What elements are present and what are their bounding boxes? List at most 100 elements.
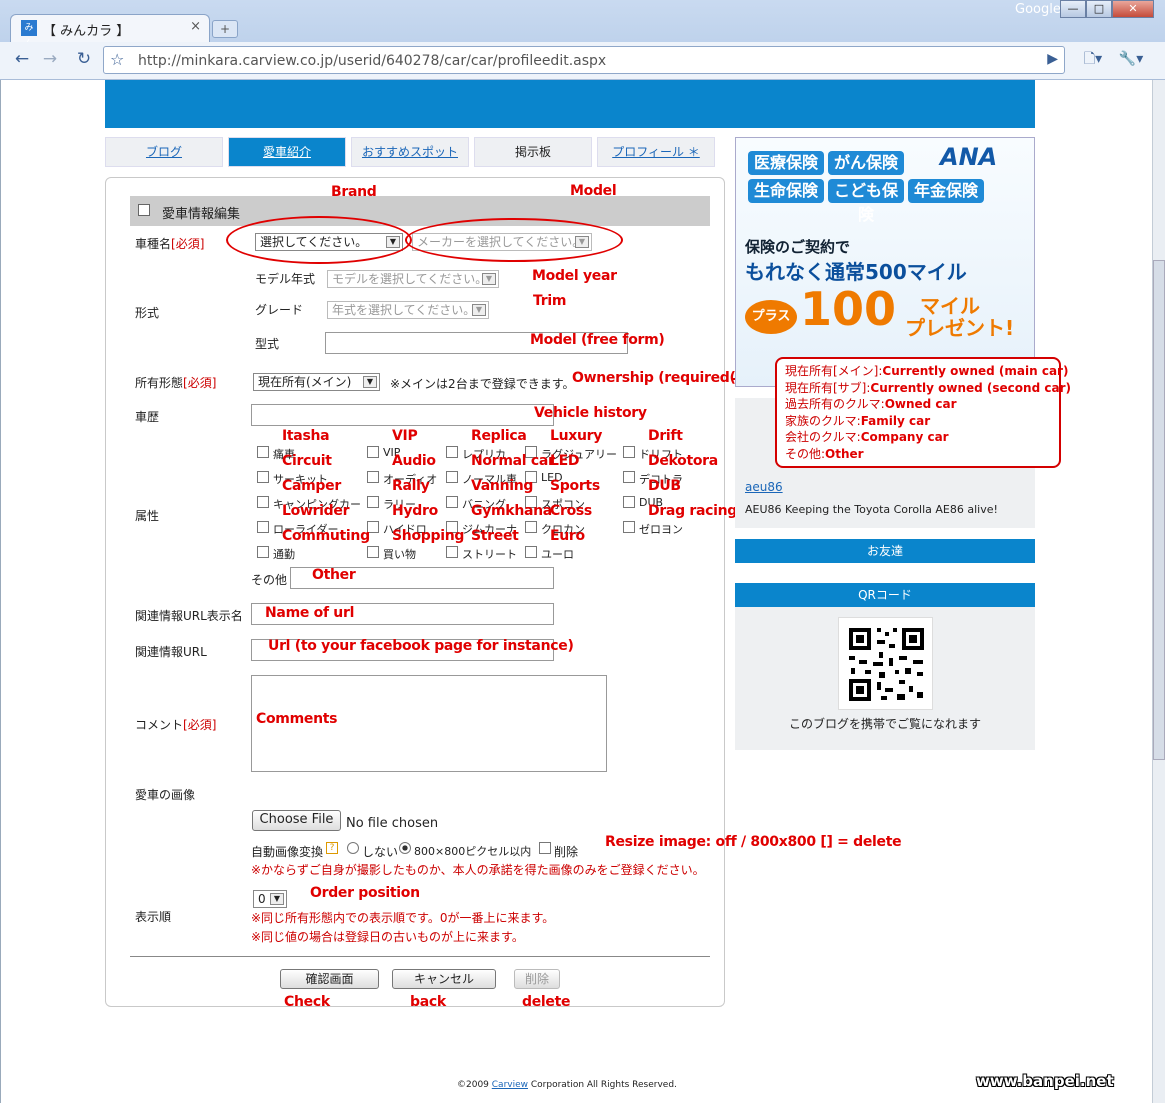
attribute-checkbox[interactable] [623, 496, 635, 508]
radio-off-label: しない [362, 845, 399, 859]
attribute-checkbox[interactable] [257, 446, 269, 458]
attribute-checkbox[interactable] [446, 496, 458, 508]
qr-caption: このブログを携帯でご覧になれます [788, 717, 981, 731]
legend-en: Other [825, 446, 864, 461]
page-menu-icon[interactable]: 🗋▾ [1076, 48, 1110, 70]
tab-board-label: 掲示板 [514, 145, 551, 159]
annotation-model: Model [570, 183, 617, 199]
address-bar[interactable]: ☆ http://minkara.carview.co.jp/userid/64… [103, 46, 1065, 74]
tab-profile-link[interactable]: プロフィール ＊ [612, 145, 700, 159]
legend-row: 過去所有のクルマ:Owned car [785, 396, 1051, 413]
delete-image-checkbox[interactable] [539, 842, 551, 854]
url-label: 関連情報URL [135, 645, 207, 659]
attribute-label: 通勤 [273, 548, 295, 561]
annotation-attribute: Gymkhana [471, 503, 552, 519]
annotation-attribute: Shopping [392, 528, 465, 544]
attribute-checkbox[interactable] [367, 446, 379, 458]
cancel-button[interactable]: キャンセル [392, 969, 496, 989]
attribute-checkbox[interactable] [525, 521, 537, 533]
scrollbar-thumb[interactable] [1153, 260, 1165, 760]
annotation-delete: delete [522, 994, 571, 1010]
annotation-other: Other [312, 567, 356, 583]
radio-off[interactable] [347, 842, 359, 854]
attribute-checkbox[interactable] [367, 496, 379, 508]
ownership-select[interactable]: 現在所有(メイン) ▼ [253, 373, 380, 391]
reload-icon[interactable]: ↻ [72, 48, 96, 70]
tab-blog[interactable]: ブログ [105, 137, 223, 167]
back-arrow-icon[interactable]: ← [10, 48, 34, 70]
annotation-attribute: Commuting [282, 528, 370, 544]
form-title: 愛車情報編集 [162, 207, 241, 222]
sidebar-desc: AEU86 Keeping the Toyota Corolla AE86 al… [745, 503, 998, 516]
grade-select[interactable]: 年式を選択してください。 ▼ [327, 301, 489, 319]
annotation-url-name: Name of url [265, 605, 355, 621]
attribute-label: ストリート [462, 548, 517, 561]
tab-title: 【 みんカラ 】 [43, 24, 130, 39]
delete-button[interactable]: 削除 [514, 969, 560, 989]
tab-profile[interactable]: プロフィール ＊ [597, 137, 715, 167]
attribute-checkbox[interactable] [367, 471, 379, 483]
ownership-legend: 現在所有[メイン]:Currently owned (main car) 現在所有… [775, 357, 1071, 468]
help-icon[interactable]: ? [326, 842, 338, 854]
minimize-button[interactable]: — [1060, 0, 1086, 18]
maximize-button[interactable]: □ [1086, 0, 1112, 18]
radio-800[interactable] [399, 842, 411, 854]
sidebar-link-aeu86[interactable]: aeu86 [745, 480, 783, 494]
browser-tab[interactable]: みん 【 みんカラ 】 × [10, 14, 210, 49]
go-arrow-icon[interactable]: ▶ [1047, 51, 1058, 67]
attribute-checkbox[interactable] [257, 496, 269, 508]
choose-file-button[interactable]: Choose File [252, 810, 341, 831]
annotation-model-year: Model year [532, 268, 617, 284]
attribute-checkbox[interactable] [257, 521, 269, 533]
attribute-checkbox[interactable] [446, 471, 458, 483]
legend-jp: 現在所有[サブ]: [785, 380, 871, 395]
favicon-icon: みん [21, 20, 37, 49]
tab-spots-link[interactable]: おすすめスポット [362, 145, 458, 159]
wrench-menu-icon[interactable]: 🔧▾ [1114, 48, 1148, 70]
annotation-url: Url (to your facebook page for instance) [268, 638, 574, 654]
type-label: 形式 [135, 306, 160, 320]
tab-board[interactable]: 掲示板 [474, 137, 592, 167]
chevron-down-icon: ▼ [270, 893, 284, 905]
attribute-checkbox[interactable] [446, 546, 458, 558]
form-header: 愛車情報編集 [130, 196, 710, 226]
annotation-attribute: Itasha [282, 428, 330, 444]
confirm-button[interactable]: 確認画面 [280, 969, 379, 989]
attribute-checkbox[interactable] [623, 471, 635, 483]
attribute-checkbox[interactable] [257, 471, 269, 483]
new-tab-button[interactable]: + [212, 20, 238, 38]
attribute-checkbox[interactable] [623, 446, 635, 458]
header-checkbox-icon [138, 204, 150, 216]
grade-label: グレード [255, 303, 304, 317]
tab-blog-link[interactable]: ブログ [146, 145, 182, 159]
attribute-checkbox[interactable] [525, 546, 537, 558]
tab-car-intro[interactable]: 愛車紹介 [228, 137, 346, 167]
history-input[interactable] [251, 404, 554, 426]
auto-convert-label: 自動画像変換 [251, 845, 324, 859]
model-year-select[interactable]: モデルを選択してください。 ▼ [327, 270, 499, 288]
legend-jp: その他: [785, 446, 826, 461]
annotation-attribute: Lowrider [282, 503, 350, 519]
ad-line-1: 保険のご契約で [745, 238, 851, 256]
attribute-checkbox[interactable] [257, 546, 269, 558]
annotation-attribute: DUB [648, 478, 681, 494]
close-window-button[interactable]: ✕ [1112, 0, 1154, 18]
attribute-checkbox[interactable] [623, 521, 635, 533]
annotation-ownership: Ownership (required( [572, 370, 736, 386]
carview-link[interactable]: Carview [492, 1080, 528, 1090]
tab-car-intro-link[interactable]: 愛車紹介 [263, 145, 311, 159]
bookmark-star-icon[interactable]: ☆ [110, 50, 124, 69]
legend-en: Family car [860, 413, 931, 428]
browser-brand-label: Google [1015, 2, 1061, 17]
attribute-checkbox[interactable] [446, 446, 458, 458]
tab-spots[interactable]: おすすめスポット [351, 137, 469, 167]
forward-arrow-icon[interactable]: → [38, 48, 62, 70]
ad-pill-medical: 医療保険 [748, 151, 824, 175]
order-note-2: ※同じ値の場合は登録日の古いものが上に来ます。 [251, 930, 524, 944]
tab-close-icon[interactable]: × [190, 19, 201, 34]
copyright: ©2009 Carview Corporation All Rights Res… [457, 1080, 677, 1090]
annotation-attribute: Normal car [471, 453, 555, 469]
friends-header: お友達 [735, 539, 1035, 563]
order-select[interactable]: 0 ▼ [253, 890, 287, 908]
attribute-checkbox[interactable] [367, 546, 379, 558]
